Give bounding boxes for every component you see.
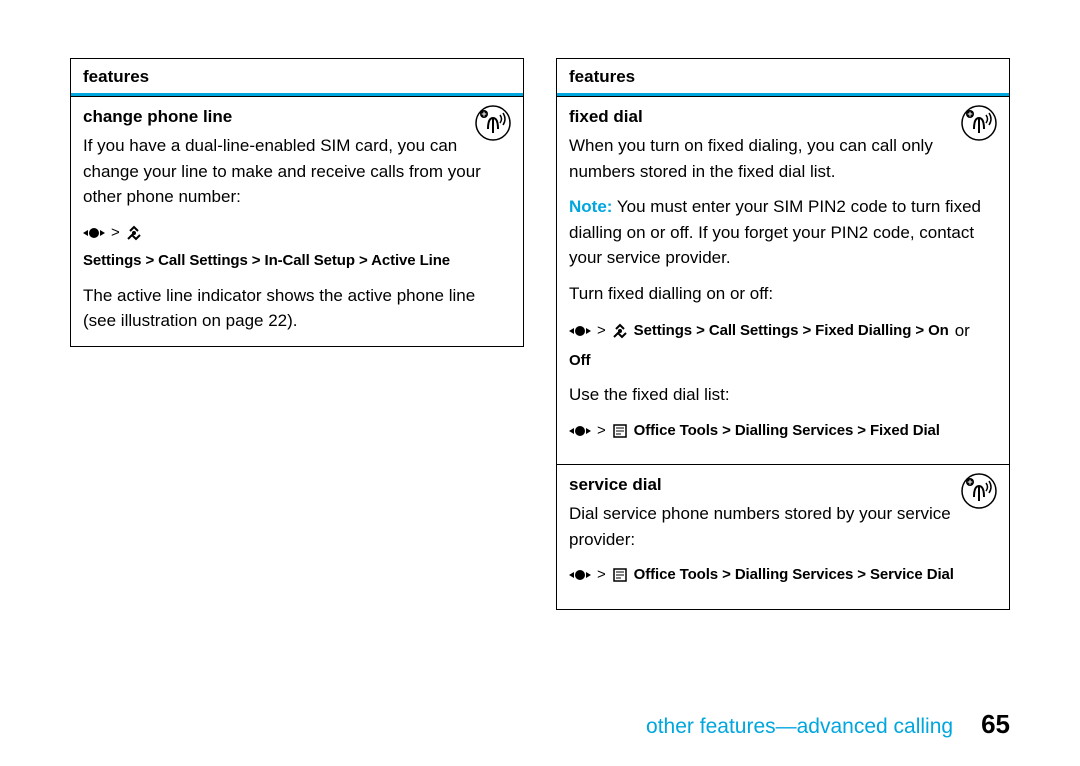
footer-section-title: other features—advanced calling (646, 715, 953, 739)
settings-icon (126, 225, 142, 241)
nav-text: Settings > Call Settings > In-Call Setup… (83, 250, 450, 273)
body-fixed-dial: When you turn on fixed dialing, you can … (569, 133, 997, 442)
features-header-right: features (557, 59, 1009, 96)
text-fd-p1: When you turn on fixed dialing, you can … (569, 133, 997, 184)
note-body: You must enter your SIM PIN2 code to tur… (569, 197, 981, 267)
nav-text-c: Off (569, 350, 590, 373)
svg-text:+: + (967, 477, 972, 487)
left-column: features + change phone line If you (70, 58, 524, 610)
nav-text: Office Tools > Dialling Services > Fixed… (634, 420, 940, 443)
nav-sep: > (111, 222, 120, 245)
body-change-phone-line: If you have a dual-line-enabled SIM card… (83, 133, 511, 334)
nav-sep: > (597, 320, 606, 343)
nav-key-icon (569, 424, 591, 438)
cell-service-dial: + service dial Dial service phone number… (557, 464, 1009, 609)
subtitle-service-dial: service dial (569, 475, 997, 495)
settings-icon (612, 323, 628, 339)
nav-path-active-line: > Settings > Call Settings > In-Call Set… (83, 222, 511, 273)
text-p1: If you have a dual-line-enabled SIM card… (83, 133, 511, 210)
text-sd-p1: Dial service phone numbers stored by you… (569, 501, 997, 552)
features-header-left: features (71, 59, 523, 96)
cell-fixed-dial: + fixed dial When you turn on fixed dial… (557, 96, 1009, 464)
text-fd-p2: Turn fixed dialling on or off: (569, 281, 997, 307)
right-box: features + fixed dial When you turn (556, 58, 1010, 610)
svg-text:+: + (967, 109, 972, 119)
page-number: 65 (981, 709, 1010, 740)
nav-key-icon (569, 324, 591, 338)
cell-change-phone-line: + change phone line If you have a dual-l… (71, 96, 523, 346)
nav-path-fixed-dialling: > Settings > Call Settings > Fixed Diall… (569, 318, 997, 372)
nav-text: Office Tools > Dialling Services > Servi… (634, 564, 954, 587)
subtitle-fixed-dial: fixed dial (569, 107, 997, 127)
text-p2: The active line indicator shows the acti… (83, 283, 511, 334)
nav-key-icon (569, 568, 591, 582)
network-feature-icon: + (961, 473, 997, 514)
nav-path-fixed-dial-list: > Office Tools > Dialling Services > Fix… (569, 420, 997, 443)
page-content: features + change phone line If you (0, 0, 1080, 610)
nav-path-service-dial: > Office Tools > Dialling Services > Ser… (569, 564, 997, 587)
note-label: Note: (569, 197, 612, 216)
nav-text-or: or (955, 318, 970, 344)
svg-text:+: + (481, 109, 486, 119)
network-feature-icon: + (475, 105, 511, 146)
nav-sep: > (597, 564, 606, 587)
nav-sep: > (597, 420, 606, 443)
body-service-dial: Dial service phone numbers stored by you… (569, 501, 997, 587)
subtitle-change-phone-line: change phone line (83, 107, 511, 127)
left-box: features + change phone line If you (70, 58, 524, 347)
nav-text-a: Settings > Call Settings > Fixed Diallin… (634, 320, 949, 343)
page-footer: other features—advanced calling 65 (646, 709, 1010, 740)
text-fd-p3: Use the fixed dial list: (569, 382, 997, 408)
text-fd-note: Note: You must enter your SIM PIN2 code … (569, 194, 997, 271)
network-feature-icon: + (961, 105, 997, 146)
nav-key-icon (83, 226, 105, 240)
office-tools-icon (612, 567, 628, 583)
right-column: features + fixed dial When you turn (556, 58, 1010, 610)
office-tools-icon (612, 423, 628, 439)
